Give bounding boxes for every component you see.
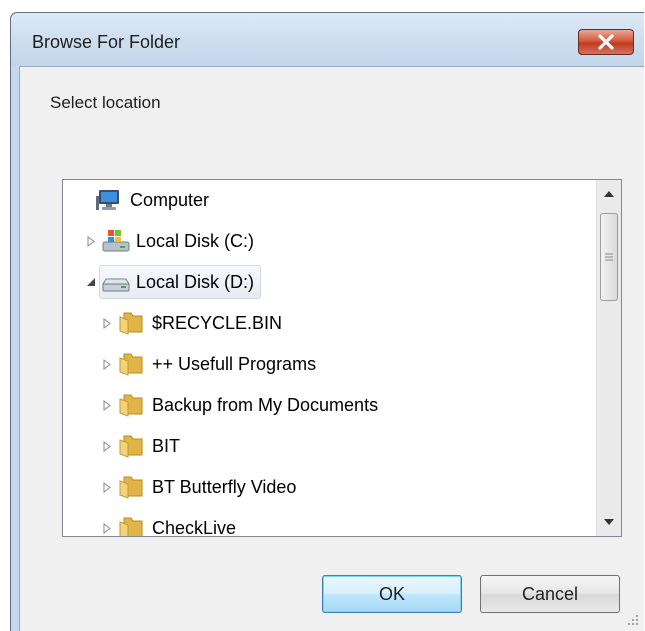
tree-item-label: $RECYCLE.BIN	[152, 312, 283, 333]
tree-item-content[interactable]: BT Butterfly Video	[115, 470, 303, 504]
scroll-thumb[interactable]	[600, 213, 618, 301]
scroll-down-icon	[604, 519, 614, 525]
tree-expander[interactable]	[83, 235, 99, 247]
scroll-down-button[interactable]	[597, 510, 621, 534]
cancel-button[interactable]: Cancel	[480, 575, 620, 613]
tree-expander[interactable]	[99, 399, 115, 411]
tree-item[interactable]: Computer	[77, 182, 216, 218]
tree-item[interactable]: ++ Usefull Programs	[99, 346, 323, 382]
resize-grip-icon[interactable]	[626, 613, 640, 627]
expand-arrow-icon[interactable]	[103, 358, 112, 370]
window-title: Browse For Folder	[32, 32, 181, 52]
tree-item-label: BT Butterfly Video	[152, 476, 297, 497]
tree-item-content[interactable]: Backup from My Documents	[115, 388, 385, 422]
expand-arrow-icon[interactable]	[103, 399, 112, 411]
tree-item-content[interactable]: Local Disk (C:)	[99, 224, 261, 258]
tree-item-label: CheckLive	[152, 517, 237, 537]
drive-icon	[102, 270, 130, 294]
tree-item[interactable]: Local Disk (C:)	[83, 223, 261, 259]
browse-for-folder-dialog: Browse For Folder Select location Comput…	[10, 12, 644, 631]
tree-item[interactable]: Local Disk (D:)	[83, 264, 262, 300]
tree-item-content[interactable]: $RECYCLE.BIN	[115, 306, 289, 340]
tree-item[interactable]: BT Butterfly Video	[99, 469, 303, 505]
ok-button[interactable]: OK	[322, 575, 462, 613]
folder-icon	[118, 393, 146, 417]
folder-icon	[118, 475, 146, 499]
instruction-text: Select location	[50, 93, 161, 112]
expand-arrow-icon[interactable]	[103, 481, 112, 493]
tree-item-label: ++ Usefull Programs	[152, 353, 317, 374]
expand-arrow-icon[interactable]	[103, 522, 112, 534]
tree-item-label: Backup from My Documents	[152, 394, 379, 415]
tree-item-content[interactable]: BIT	[115, 429, 187, 463]
folder-icon	[118, 311, 146, 335]
collapse-arrow-icon[interactable]	[86, 277, 96, 287]
tree-expander[interactable]	[99, 440, 115, 452]
expand-arrow-icon[interactable]	[87, 235, 96, 247]
tree-item[interactable]: BIT	[99, 428, 187, 464]
close-button[interactable]	[578, 29, 634, 55]
grip-lines-icon	[605, 253, 613, 261]
tree-item-label: Local Disk (C:)	[136, 230, 255, 251]
system-drive-icon	[102, 229, 130, 253]
folder-tree[interactable]: Computer Local Disk (C:) Local Disk (D:) $R…	[62, 179, 622, 537]
folder-icon	[118, 352, 146, 376]
tree-expander[interactable]	[99, 522, 115, 534]
scroll-up-icon	[604, 191, 614, 197]
tree-item[interactable]: Backup from My Documents	[99, 387, 385, 423]
tree-expander[interactable]	[99, 358, 115, 370]
tree-item-content[interactable]: Computer	[93, 183, 216, 217]
tree-item-content[interactable]: CheckLive	[115, 511, 243, 537]
vertical-scrollbar[interactable]	[596, 180, 621, 536]
tree-expander[interactable]	[99, 317, 115, 329]
scroll-up-button[interactable]	[597, 182, 621, 206]
tree-item-content[interactable]: Local Disk (D:)	[99, 265, 262, 299]
expand-arrow-icon[interactable]	[103, 317, 112, 329]
tree-item-label: BIT	[152, 435, 181, 456]
tree-expander[interactable]	[99, 481, 115, 493]
expand-arrow-icon[interactable]	[103, 440, 112, 452]
title-bar[interactable]: Browse For Folder	[11, 13, 644, 66]
close-icon	[598, 34, 614, 50]
tree-expander[interactable]	[83, 277, 99, 287]
dialog-body: Select location Computer Local Disk (C:) L…	[19, 66, 644, 631]
tree-item-label: Computer	[130, 189, 210, 210]
tree-item[interactable]: CheckLive	[99, 510, 243, 537]
tree-item[interactable]: $RECYCLE.BIN	[99, 305, 289, 341]
tree-item-content[interactable]: ++ Usefull Programs	[115, 347, 323, 381]
tree-item-label: Local Disk (D:)	[136, 271, 255, 292]
folder-icon	[118, 516, 146, 536]
folder-icon	[118, 434, 146, 458]
computer-icon	[96, 188, 124, 212]
